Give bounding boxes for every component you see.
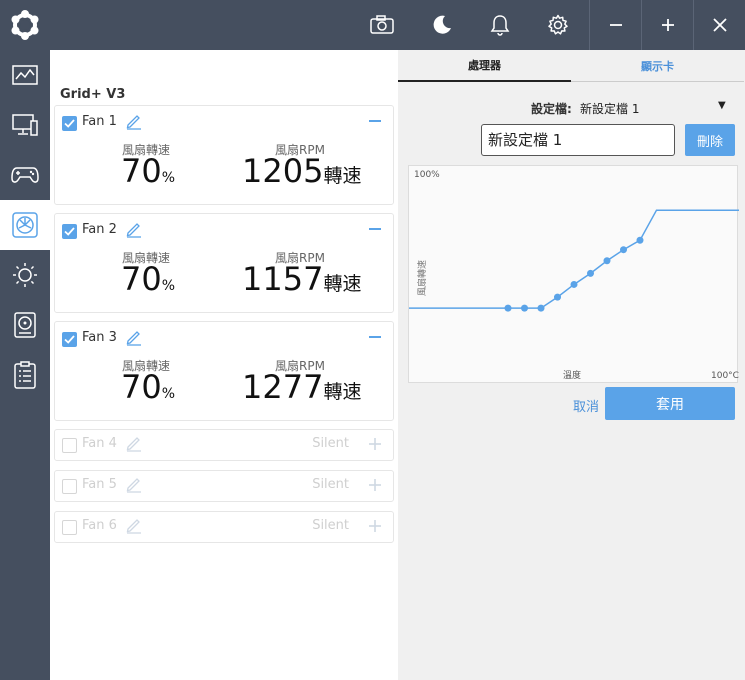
fan-enable-checkbox[interactable] <box>62 224 77 239</box>
tab-cpu[interactable]: 處理器 <box>398 50 571 82</box>
fan-name: Fan 2 <box>82 222 117 237</box>
edit-icon[interactable] <box>125 112 143 130</box>
fan-name: Fan 3 <box>82 330 117 345</box>
y-max-label: 100% <box>414 170 440 180</box>
gear-icon[interactable] <box>533 0 583 50</box>
profile-name-input[interactable]: 新設定檔 1 <box>481 124 675 156</box>
expand-plus-icon[interactable] <box>365 516 385 536</box>
side-nav <box>0 50 50 680</box>
fan-panel: Grid+ V3 Fan 1 風扇轉速 70% 風扇RPM 1205轉速 Fan… <box>50 50 398 680</box>
curve-point[interactable] <box>587 269 594 277</box>
profile-label: 設定檔: <box>531 102 572 116</box>
profile-select[interactable]: 新設定檔 1 <box>580 100 639 117</box>
minimize-icon[interactable] <box>591 0 641 50</box>
fan-enable-checkbox[interactable] <box>62 332 77 347</box>
collapse-minus-icon[interactable] <box>365 111 385 131</box>
edit-icon[interactable] <box>125 328 143 346</box>
fan-name: Fan 1 <box>82 114 117 129</box>
fan-rpm-value: 1277轉速 <box>242 368 362 406</box>
gamepad-icon[interactable] <box>0 150 50 200</box>
separator <box>693 0 694 50</box>
edit-icon[interactable] <box>125 516 143 534</box>
fan-mode: Silent <box>312 518 349 533</box>
fan-enable-checkbox[interactable] <box>62 116 77 131</box>
collapse-minus-icon[interactable] <box>365 219 385 239</box>
x-max-label: 100°C <box>711 371 739 381</box>
apply-button[interactable]: 套用 <box>605 387 735 420</box>
fan-rpm-value: 1205轉速 <box>242 152 362 190</box>
fan-speed-value: 70% <box>121 260 176 298</box>
fan-card: Fan 5 Silent <box>54 470 394 502</box>
fan-name: Fan 5 <box>82 477 117 492</box>
fan-speed-value: 70% <box>121 152 176 190</box>
bell-icon[interactable] <box>475 0 525 50</box>
fan-rpm-value: 1157轉速 <box>242 260 362 298</box>
fan-enable-checkbox[interactable] <box>62 438 77 453</box>
separator <box>589 0 590 50</box>
fan-enable-checkbox[interactable] <box>62 479 77 494</box>
tab-gpu[interactable]: 顯示卡 <box>571 50 744 82</box>
maximize-icon[interactable] <box>643 0 693 50</box>
x-axis-label: 溫度 <box>563 369 581 381</box>
cancel-button[interactable]: 取消 <box>573 396 599 415</box>
dashboard-icon[interactable] <box>0 50 50 100</box>
fan-name: Fan 6 <box>82 518 117 533</box>
expand-plus-icon[interactable] <box>365 434 385 454</box>
storage-icon[interactable] <box>0 300 50 350</box>
monitor-icon[interactable] <box>0 100 50 150</box>
curve-point[interactable] <box>521 304 528 312</box>
dropdown-arrow-icon[interactable]: ▼ <box>718 100 726 111</box>
fan-curve-chart[interactable]: 100% 風扇轉速 溫度 100°C <box>408 165 739 383</box>
fan-mode: Silent <box>312 436 349 451</box>
fan-enable-checkbox[interactable] <box>62 520 77 535</box>
moon-icon[interactable] <box>417 0 467 50</box>
fan-card: Fan 3 風扇轉速 70% 風扇RPM 1277轉速 <box>54 321 394 421</box>
curve-point[interactable] <box>504 304 512 312</box>
fan-card: Fan 1 風扇轉速 70% 風扇RPM 1205轉速 <box>54 105 394 205</box>
edit-icon[interactable] <box>125 434 143 452</box>
fan-icon[interactable] <box>0 200 50 250</box>
delete-button[interactable]: 刪除 <box>685 124 735 156</box>
edit-icon[interactable] <box>125 475 143 493</box>
fan-mode: Silent <box>312 477 349 492</box>
curve-point[interactable] <box>537 304 545 312</box>
clipboard-icon[interactable] <box>0 350 50 400</box>
close-icon[interactable] <box>695 0 745 50</box>
collapse-minus-icon[interactable] <box>365 327 385 347</box>
fan-speed-value: 70% <box>121 368 176 406</box>
curve-line <box>409 209 739 309</box>
camera-icon[interactable] <box>357 0 407 50</box>
fan-card: Fan 6 Silent <box>54 511 394 543</box>
curve-point[interactable] <box>603 257 611 265</box>
curve-point[interactable] <box>570 280 578 288</box>
fan-card: Fan 4 Silent <box>54 429 394 461</box>
curve-point[interactable] <box>636 236 644 244</box>
app-logo-icon <box>0 0 50 50</box>
title-bar <box>0 0 745 50</box>
curve-panel: 處理器 顯示卡 設定檔: 新設定檔 1 ▼ 新設定檔 1 刪除 100% 風扇轉… <box>398 50 745 680</box>
fan-name: Fan 4 <box>82 436 117 451</box>
device-title: Grid+ V3 <box>60 87 126 102</box>
curve-point[interactable] <box>620 246 627 254</box>
edit-icon[interactable] <box>125 220 143 238</box>
y-axis-label: 風扇轉速 <box>416 260 428 296</box>
expand-plus-icon[interactable] <box>365 475 385 495</box>
curve-point[interactable] <box>554 293 561 301</box>
separator <box>641 0 642 50</box>
fan-card: Fan 2 風扇轉速 70% 風扇RPM 1157轉速 <box>54 213 394 313</box>
light-icon[interactable] <box>0 250 50 300</box>
